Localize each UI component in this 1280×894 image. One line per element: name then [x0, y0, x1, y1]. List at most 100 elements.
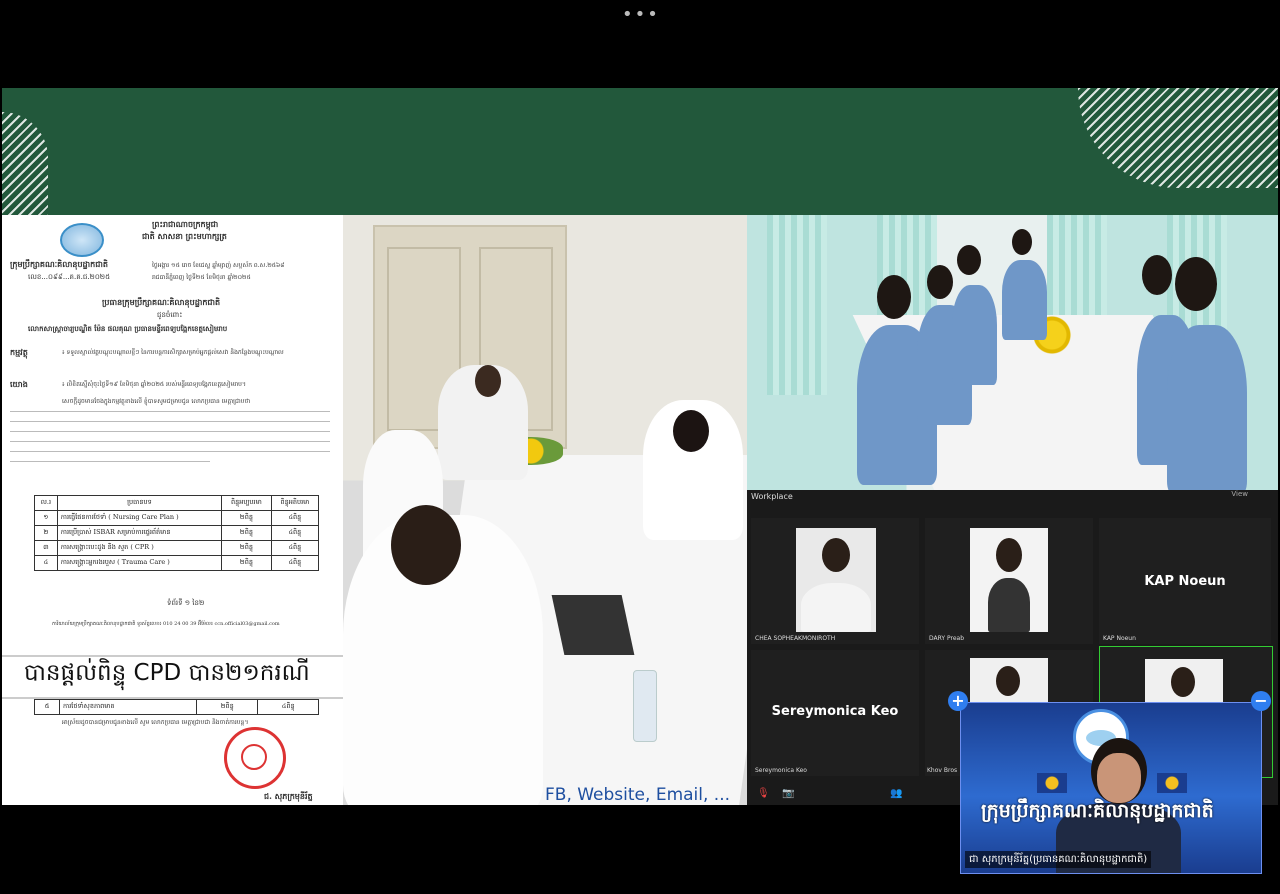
table-cell: ២ពិន្ទុ: [221, 555, 272, 571]
participant-tile[interactable]: CHEA SOPHEAKMONIROTH: [751, 518, 919, 644]
participant-video: [970, 528, 1048, 632]
table-cell: ២ពិន្ទុ: [221, 510, 272, 526]
meeting-photo-2: [747, 215, 1278, 490]
points-table: ល.រ ប្រធានបទ ពិន្ទុអប្បបរមា ពិន្ទុអតិបរម…: [34, 495, 320, 571]
table-row: ១ ការធ្វើផែនការថែទាំ ( Nursing Care Plan…: [34, 510, 320, 526]
letter-page-label: ទំព័រទី ១ នៃ២: [167, 599, 205, 607]
speaker-face: [1097, 753, 1141, 803]
text-line: [10, 441, 330, 442]
letter-org: ក្រុមប្រឹក្សាគណៈគិលានុបដ្ឋាកជាតិ: [10, 259, 108, 269]
council-logo-icon: [60, 223, 104, 257]
table-row: ៥ ការថែទាំសុខភាពមាត ២ពិន្ទុ ៤ពិន្ទុ: [34, 699, 319, 715]
table-cell: ១: [34, 510, 58, 526]
letter-closing: អាស្រ័យដូចបានជម្រាបជូនខាងលើ សូម លោកប្រធា…: [62, 719, 249, 726]
letter-signature: ជ. សុភក្រមុនីរ័ត្ន: [264, 791, 313, 801]
active-speaker-window[interactable]: ក្រុមប្រឹក្សាគណៈគិលានុបដ្ឋាកជាតិ ជា សុភក…: [960, 702, 1262, 874]
table-header: ពិន្ទុអតិបរមា: [270, 495, 320, 511]
letter-recipient-1: ប្រធានក្រុមប្រឹក្សាគណៈគិលានុបដ្ឋាកជាតិ: [102, 297, 221, 307]
camera-off-icon[interactable]: 📷: [782, 788, 794, 799]
participants-icon[interactable]: 👥: [890, 788, 902, 799]
attendee: [952, 285, 997, 385]
table-cell: ៤ពិន្ទុ: [257, 699, 319, 715]
table-cell: ការសង្គ្រោះអ្នករងរបួស ( Trauma Care ): [56, 555, 223, 571]
attendee-head: [1012, 229, 1032, 255]
participant-name: Khov Bros: [927, 767, 958, 774]
attendee-head: [1175, 257, 1217, 311]
hatch-decoration-left: [2, 112, 48, 215]
letter-date-2: រាជធានីភ្នំពេញ ថ្ងៃទី២៥ ខែមិថុនា ឆ្នាំ២០…: [152, 274, 251, 281]
participant-display-name: KAP Noeun: [1144, 574, 1226, 589]
table-cell: ៤: [34, 555, 58, 571]
participant-head: [1171, 667, 1195, 697]
table-cell: ៤ពិន្ទុ: [270, 555, 320, 571]
text-line: [10, 411, 330, 412]
attendee: [1002, 260, 1047, 340]
text-line: [10, 431, 330, 432]
table-cell: ៤ពិន្ទុ: [270, 540, 320, 556]
letter-subject: ៖ ទទួលស្គាល់វគ្គបណ្តុះបណ្តាលខ្លីៗ នៃការប…: [62, 349, 284, 356]
table-cell: ការសង្គ្រោះបេះដូង និង សួត ( CPR ): [56, 540, 223, 556]
official-letter-image: ព្រះរាជាណាចក្រកម្ពុជា ជាតិ សាសនា ព្រះមហា…: [2, 215, 343, 805]
participant-head: [996, 538, 1022, 572]
participant-body: [988, 578, 1030, 632]
letter-header-2: ជាតិ សាសនា ព្រះមហាក្សត្រ: [142, 231, 227, 241]
letter-header-1: ព្រះរាជាណាចក្រកម្ពុជា: [152, 219, 219, 229]
cpd-banner-text: បានផ្តល់ពិន្ទុ CPD បាន២១ករណី: [24, 660, 310, 686]
letter-date-1: ថ្ងៃអង្គារ ១៥ រោច ខែជេស្ឋ ឆ្នាំម្សាញ់ សប…: [152, 262, 285, 269]
participant-tile[interactable]: Sereymonica Keo Sereymonica Keo: [751, 650, 919, 776]
speaker-name-tag: ជា សុភក្រមុនីរ័ត្ន(ប្រធានគណៈគិលានុបដ្ឋាក…: [965, 851, 1152, 868]
attendee-head: [877, 275, 911, 319]
mic-muted-icon[interactable]: 🎙: [757, 788, 770, 799]
participant-tile[interactable]: KAP Noeun KAP Noeun: [1099, 518, 1271, 644]
official-stamp-icon: [224, 727, 286, 789]
table-row: ៤ ការសង្គ្រោះអ្នករងរបួស ( Trauma Care ) …: [34, 555, 320, 571]
table-cell: ការប្រើប្រាស់ ISBAR សម្រាប់ការផ្ទេរព័ត៌ម…: [56, 525, 223, 541]
hatch-decoration-right: [1078, 88, 1278, 188]
table-cell: ការថែទាំសុខភាពមាត: [59, 699, 197, 715]
participant-body: [801, 583, 871, 632]
table-cell: ២ពិន្ទុ: [195, 699, 259, 715]
table-cell: ២ពិន្ទុ: [221, 525, 272, 541]
table-cell: ៥: [34, 699, 60, 715]
minimize-button[interactable]: −: [1251, 691, 1271, 711]
view-button[interactable]: View: [1231, 490, 1248, 498]
letter-body: សេចក្តីដូចមានចែងក្នុងកម្មវត្ថុខាងលើ ខ្ញុ…: [62, 398, 251, 405]
attendee-head: [391, 505, 461, 585]
flower-decoration: [1037, 773, 1067, 793]
add-button[interactable]: +: [948, 691, 968, 711]
meeting-toolbar: 🎙 📷 👥: [757, 788, 903, 799]
letter-recipient-3: លោកសាស្ត្រាចារ្យបណ្ឌិត ម៉ែន ផលគុណ ប្រធាន…: [28, 324, 228, 333]
text-line: [10, 421, 330, 422]
table-cell: ៤ពិន្ទុ: [270, 525, 320, 541]
workplace-label: Workplace: [751, 492, 793, 501]
letter-ref-text: ៖ លិខិតស្នើសុំចុះថ្ងៃទី១៩ ខែមិថុនា ឆ្នាំ…: [62, 381, 246, 388]
letter-subject-label: កម្មវត្ថុ: [10, 347, 28, 357]
participant-video: [796, 528, 876, 632]
speaker-banner-text: ក្រុមប្រឹក្សាគណៈគិលានុបដ្ឋាកជាតិ: [981, 800, 1214, 822]
water-bottle: [633, 670, 657, 742]
table-row: ២ ការប្រើប្រាស់ ISBAR សម្រាប់ការផ្ទេរព័ត…: [34, 525, 320, 541]
participant-name: CHEA SOPHEAKMONIROTH: [755, 635, 836, 642]
text-line: [10, 461, 210, 462]
green-banner: [2, 88, 1278, 215]
participant-display-name: Sereymonica Keo: [771, 704, 899, 719]
text-line: [10, 451, 330, 452]
letter-ref-label: យោង: [10, 379, 28, 389]
table-cell: ការធ្វើផែនការថែទាំ ( Nursing Care Plan ): [56, 510, 223, 526]
window-menu-dots[interactable]: •••: [622, 4, 660, 25]
letter-recipient-2: ជូនចំពោះ: [157, 311, 183, 319]
attendee: [1167, 325, 1247, 490]
table-cell: ៣: [34, 540, 58, 556]
photo-caption: FB, Website, Email, ...: [545, 785, 731, 805]
participant-name: DARY Preab: [929, 635, 965, 642]
participant-tile[interactable]: DARY Preab: [925, 518, 1093, 644]
table-header: ពិន្ទុអប្បបរមា: [221, 495, 272, 511]
points-table-continued: ៥ ការថែទាំសុខភាពមាត ២ពិន្ទុ ៤ពិន្ទុ: [34, 699, 319, 715]
attendee-head: [957, 245, 981, 275]
table-header: ល.រ: [34, 495, 58, 511]
participant-video: [970, 658, 1048, 704]
table-header: ប្រធានបទ: [56, 495, 223, 511]
attendee-head: [1142, 255, 1172, 295]
table-cell: ២ពិន្ទុ: [221, 540, 272, 556]
participant-video: [1145, 659, 1223, 705]
